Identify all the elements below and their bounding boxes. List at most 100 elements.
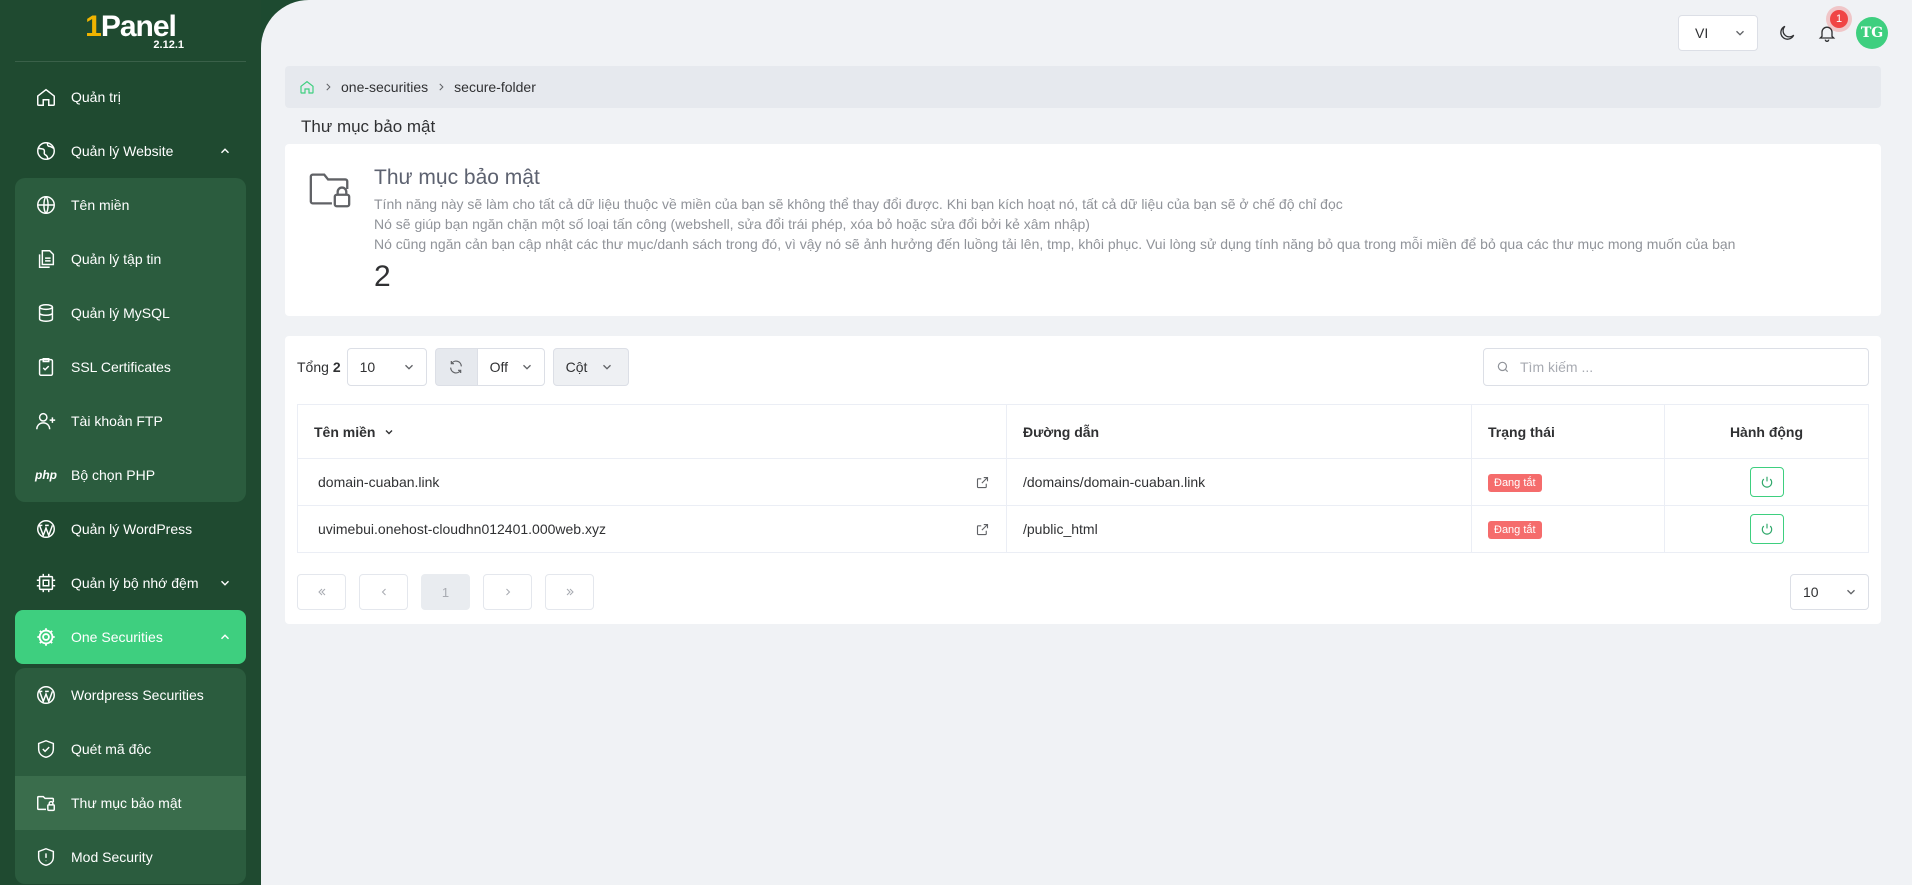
chevron-right-icon: [505, 588, 510, 596]
sidebar-item-one-securities[interactable]: One Securities: [15, 610, 246, 664]
user-plus-icon: [35, 410, 57, 432]
chevron-right-icon: [326, 83, 331, 91]
search-input[interactable]: [1520, 359, 1840, 375]
home-icon[interactable]: [299, 79, 315, 95]
chevron-down-icon: [404, 364, 413, 370]
sidebar-item-ssl[interactable]: SSL Certificates: [15, 340, 246, 394]
cell-actions: [1664, 458, 1869, 506]
sidebar-item-ftp[interactable]: Tài khoản FTP: [15, 394, 246, 448]
info-title: Thư mục bảo mật: [374, 166, 540, 189]
globe-icon: [35, 140, 57, 162]
table-header-row: Tên miền Đường dẫn Trạng thái Hành động: [297, 404, 1869, 459]
website-submenu: Tên miền Quản lý tập tin Quản lý MySQL S…: [15, 178, 246, 502]
cell-status: Đang tắt: [1471, 505, 1665, 553]
php-icon: php: [35, 468, 57, 482]
info-description-3: Nó cũng ngăn cản bạn cập nhật các thư mụ…: [374, 236, 1736, 252]
chevron-up-icon: [221, 634, 229, 640]
sidebar-item-website[interactable]: Quản lý Website: [15, 124, 246, 178]
app-version: 2.12.1: [153, 39, 184, 51]
sidebar-item-wordpress-securities[interactable]: Wordpress Securities: [15, 668, 246, 722]
last-page-button[interactable]: [545, 574, 594, 610]
wordpress-icon: [35, 518, 57, 540]
chevron-down-icon: [1736, 30, 1744, 36]
language-select[interactable]: VI: [1678, 14, 1758, 51]
shield-alert-icon: [35, 846, 57, 868]
pagination: 1: [297, 574, 594, 610]
power-icon: [1761, 523, 1772, 535]
sidebar-item-malware-scan[interactable]: Quét mã độc: [15, 722, 246, 776]
sidebar-item-files[interactable]: Quản lý tập tin: [15, 232, 246, 286]
search-icon: [1497, 361, 1509, 373]
chevron-down-icon: [221, 580, 229, 586]
shield-check-icon: [35, 738, 57, 760]
auto-refresh-select[interactable]: Off: [476, 348, 545, 386]
page-title: Thư mục bảo mật: [301, 117, 436, 136]
info-card: Thư mục bảo mật Tính năng này sẽ làm cho…: [285, 144, 1881, 316]
moon-icon[interactable]: [1776, 22, 1798, 44]
refresh-icon: [450, 360, 463, 374]
columns-button[interactable]: Cột: [552, 348, 629, 386]
sidebar-item-domains[interactable]: Tên miền: [15, 178, 246, 232]
auto-refresh-group: Off: [434, 348, 545, 386]
cell-domain: domain-cuaban.link: [297, 458, 1007, 506]
table-row: domain-cuaban.link /domains/domain-cuaba…: [297, 458, 1869, 506]
page-number-button[interactable]: 1: [421, 574, 470, 610]
column-header-path: Đường dẫn: [1006, 404, 1472, 459]
sidebar-item-mysql[interactable]: Quản lý MySQL: [15, 286, 246, 340]
logo[interactable]: 1Panel 2.12.1: [15, 0, 246, 62]
chevron-down-icon: [1847, 589, 1855, 595]
external-link-icon[interactable]: [975, 522, 990, 537]
breadcrumb-item-secure-folder: secure-folder: [454, 79, 536, 95]
total-count: Tổng 2: [297, 359, 341, 375]
folder-lock-icon: [309, 173, 351, 208]
chevron-up-icon: [221, 148, 229, 154]
search-box: [1483, 348, 1869, 386]
table-row: uvimebui.onehost-cloudhn012401.000web.xy…: [297, 505, 1869, 553]
one-securities-submenu: Wordpress Securities Quét mã độc Thư mục…: [15, 668, 246, 884]
pagination-size-select[interactable]: 10: [1790, 574, 1869, 610]
page-size-select[interactable]: 10: [346, 348, 427, 386]
cell-domain: uvimebui.onehost-cloudhn012401.000web.xy…: [297, 505, 1007, 553]
table-card: Tổng 2 10 Off Cột Tìm kiếm ... Tên miền …: [285, 336, 1881, 624]
domain-link[interactable]: domain-cuaban.link: [318, 474, 439, 490]
avatar[interactable]: TG: [1856, 16, 1888, 49]
info-description-2: Nó sẽ giúp bạn ngăn chặn một số loại tấn…: [374, 216, 1090, 232]
column-header-actions: Hành động: [1664, 404, 1869, 459]
notification-badge: 1: [1830, 9, 1848, 28]
database-icon: [35, 302, 57, 324]
status-badge: Đang tắt: [1488, 520, 1542, 539]
toggle-power-button[interactable]: [1749, 514, 1784, 544]
double-chevron-left-icon: [317, 588, 325, 596]
bell-icon[interactable]: 1: [1816, 9, 1848, 44]
status-badge: Đang tắt: [1488, 473, 1542, 492]
refresh-button[interactable]: [434, 348, 477, 386]
chevron-down-icon: [602, 364, 611, 370]
sidebar-item-php[interactable]: php Bộ chọn PHP: [15, 448, 246, 502]
sidebar-item-secure-folder[interactable]: Thư mục bảo mật: [15, 776, 246, 830]
breadcrumb: one-securities secure-folder: [285, 66, 1881, 108]
column-header-domain[interactable]: Tên miền: [297, 404, 1007, 459]
main-content: VI 1 TG one-securities secure-folder Thư…: [261, 0, 1912, 885]
secure-folder-table: Tên miền Đường dẫn Trạng thái Hành động …: [297, 404, 1869, 553]
prev-page-button[interactable]: [359, 574, 408, 610]
app-root: 1Panel 2.12.1 Quản trị Quản lý Website T…: [0, 0, 1912, 885]
sidebar: 1Panel 2.12.1 Quản trị Quản lý Website T…: [0, 0, 261, 885]
next-page-button[interactable]: [483, 574, 532, 610]
breadcrumb-item-one-securities[interactable]: one-securities: [341, 79, 428, 95]
certificate-icon: [35, 356, 57, 378]
cell-path: /domains/domain-cuaban.link: [1006, 458, 1472, 506]
sidebar-item-wordpress[interactable]: Quản lý WordPress: [15, 502, 246, 556]
sidebar-item-dashboard[interactable]: Quản trị: [15, 70, 246, 124]
external-link-icon[interactable]: [975, 475, 990, 490]
sidebar-item-cache[interactable]: Quản lý bộ nhớ đệm: [15, 556, 246, 610]
domain-link[interactable]: uvimebui.onehost-cloudhn012401.000web.xy…: [318, 521, 606, 537]
secure-folder-count: 2: [374, 260, 391, 293]
globe-icon: [35, 194, 57, 216]
gear-icon: [35, 626, 57, 648]
chevron-left-icon: [381, 588, 386, 596]
sidebar-item-mod-security[interactable]: Mod Security: [15, 830, 246, 884]
first-page-button[interactable]: [297, 574, 346, 610]
sidebar-nav: Quản trị Quản lý Website Tên miền Quản l…: [15, 62, 246, 885]
chevron-down-icon: [522, 364, 531, 370]
toggle-power-button[interactable]: [1749, 467, 1784, 497]
